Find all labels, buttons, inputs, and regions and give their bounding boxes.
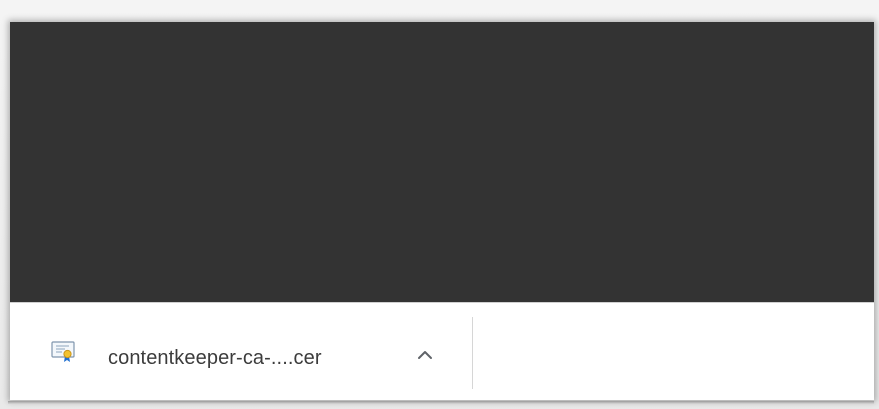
page-content-area	[10, 22, 874, 302]
frame-bottom-edge	[8, 401, 874, 404]
download-file-name[interactable]: contentkeeper-ca-....cer	[108, 347, 322, 370]
download-item[interactable]: contentkeeper-ca-....cer	[10, 317, 472, 389]
download-item-divider	[472, 317, 473, 389]
certificate-file-icon	[51, 341, 77, 363]
chevron-up-icon[interactable]	[409, 341, 441, 369]
download-shelf: contentkeeper-ca-....cer	[10, 302, 874, 400]
screenshot-frame: contentkeeper-ca-....cer	[0, 0, 879, 409]
browser-window: contentkeeper-ca-....cer	[10, 22, 874, 400]
